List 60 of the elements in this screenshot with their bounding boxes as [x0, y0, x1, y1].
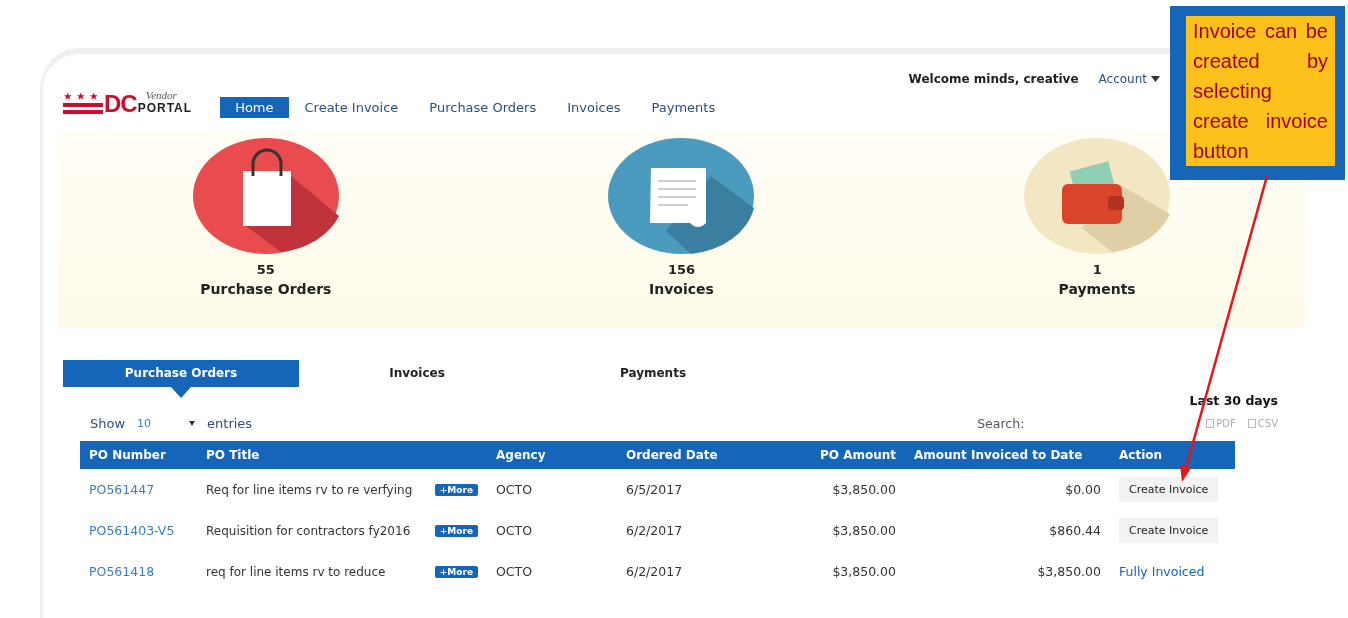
nav-link[interactable]: Create Invoice — [289, 97, 414, 118]
tab[interactable]: Invoices — [299, 360, 535, 398]
welcome-text: Welcome minds, creative — [908, 72, 1079, 86]
nav-link[interactable]: Home — [220, 97, 289, 118]
table-cell-text: OCTO — [495, 523, 534, 538]
create-invoice-button[interactable]: Create Invoice — [1119, 477, 1219, 502]
column-header[interactable]: PO Number — [80, 448, 197, 462]
table-cell-text: $3,850.00 — [831, 482, 897, 497]
shopping-bag-icon — [190, 136, 341, 256]
table-cell-text: $860.44 — [1048, 523, 1102, 538]
column-header[interactable]: PO Title — [197, 448, 487, 462]
flag-icon — [63, 91, 103, 115]
stat-label: Purchase Orders — [200, 281, 332, 297]
po-link[interactable]: PO561447 — [89, 482, 155, 497]
create-invoice-button[interactable]: Create Invoice — [1119, 518, 1219, 543]
table-cell-text: 6/2/2017 — [625, 564, 684, 579]
wallet-icon — [1022, 136, 1173, 256]
table-cell-text: $3,850.00 — [1036, 564, 1102, 579]
column-header[interactable]: Agency — [487, 448, 617, 462]
tab[interactable]: Purchase Orders — [63, 360, 299, 398]
file-icon — [1206, 419, 1215, 428]
table-cell-text: 6/2/2017 — [625, 523, 684, 538]
file-icon — [1247, 419, 1256, 428]
search-label: Search: — [977, 416, 1025, 431]
column-header[interactable]: Ordered Date — [617, 448, 747, 462]
more-button[interactable]: +More — [434, 524, 478, 537]
nav-link[interactable]: Purchase Orders — [414, 97, 552, 118]
table-cell-text: OCTO — [495, 564, 534, 579]
table-cell-text: req for line items rv to reduce — [206, 564, 387, 579]
table-cell-text: $0.00 — [1064, 482, 1102, 497]
column-header[interactable]: Amount Invoiced to Date — [905, 448, 1110, 462]
more-button[interactable]: +More — [434, 483, 478, 496]
stat-count: 55 — [256, 262, 275, 277]
show-label: Show — [90, 416, 126, 431]
po-link[interactable]: PO561418 — [89, 564, 155, 579]
nav-link[interactable]: Payments — [636, 97, 731, 118]
column-header[interactable]: Action — [1110, 448, 1235, 462]
table-cell-text: $3,850.00 — [831, 523, 897, 538]
table-cell-text: $3,850.00 — [831, 564, 897, 579]
table-cell-text: OCTO — [495, 482, 534, 497]
receipt-icon — [606, 136, 757, 256]
table-cell-text: Requisition for contractors fy2016 — [206, 523, 412, 538]
more-button[interactable]: +More — [434, 565, 478, 578]
table-cell-text: 6/5/2017 — [625, 482, 684, 497]
entries-select[interactable]: 10 — [133, 417, 200, 430]
column-header[interactable]: PO Amount — [747, 448, 905, 462]
entries-label: entries — [207, 416, 253, 431]
callout-note: Invoice can be created by selecting create invoice button — [1170, 6, 1345, 180]
stat-label: Payments — [1058, 281, 1136, 297]
tab[interactable]: Payments — [535, 360, 771, 398]
caret-icon — [189, 421, 196, 426]
stat-count: 156 — [667, 262, 696, 277]
status-link[interactable]: Fully Invoiced — [1119, 564, 1205, 579]
stat-label: Invoices — [649, 281, 714, 297]
table-cell-text: Req for line items rv to re verfying — [206, 482, 414, 497]
nav-link[interactable]: Invoices — [552, 97, 636, 118]
caret-icon — [1151, 76, 1160, 82]
po-link[interactable]: PO561403-V5 — [89, 523, 175, 538]
account-menu[interactable]: Account — [1098, 72, 1160, 86]
stat-count: 1 — [1092, 262, 1102, 277]
